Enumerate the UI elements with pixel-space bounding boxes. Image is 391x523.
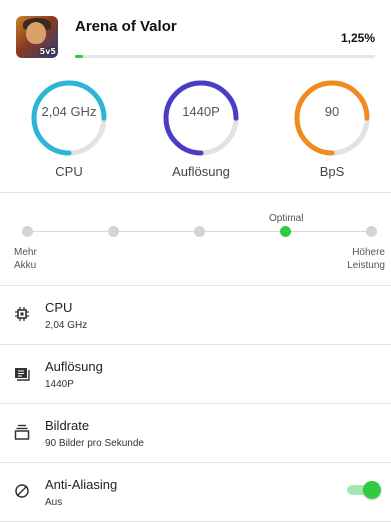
setting-value: 90 Bilder pro Sekunde (45, 438, 144, 449)
setting-value: Aus (45, 497, 63, 508)
setting-title: Auflösung (45, 359, 103, 374)
anti-aliasing-toggle[interactable] (347, 481, 381, 499)
gauge-label: Auflösung (172, 164, 230, 179)
framerate-icon (14, 424, 30, 440)
setting-title: Anti-Aliasing (45, 477, 118, 492)
slider-stop-2[interactable] (108, 226, 119, 237)
gauge-cpu: 2,04 GHz CPU (29, 78, 109, 179)
performance-gauges: 2,04 GHz CPU 1440P Auflösung 90 BpS (0, 78, 391, 192)
app-header: 5v5 Arena of Valor 1,25% (0, 0, 391, 78)
anti-aliasing-icon (14, 483, 30, 499)
slider-stop-3[interactable] (194, 226, 205, 237)
slider-stop-4[interactable] (280, 226, 291, 237)
progress-bar (75, 55, 375, 58)
setting-row-cpu[interactable]: CPU 2,04 GHz (0, 286, 391, 344)
gauge-fps: 90 BpS (292, 78, 372, 179)
slider-left-caption: Mehr Akku (14, 247, 37, 271)
setting-row-anti-aliasing[interactable]: Anti-Aliasing Aus (0, 463, 391, 521)
setting-row-framerate[interactable]: Bildrate 90 Bilder pro Sekunde (0, 404, 391, 462)
performance-mode-slider[interactable]: Optimal Mehr Akku Höhere Leistung (0, 193, 391, 283)
setting-title: CPU (45, 300, 73, 315)
slider-stop-1[interactable] (22, 226, 33, 237)
gauge-value: 1440P (182, 104, 220, 119)
progress-percent: 1,25% (340, 31, 375, 45)
setting-row-resolution[interactable]: Auflösung 1440P (0, 345, 391, 403)
setting-value: 1440P (45, 379, 74, 390)
slider-right-caption: Höhere Leistung (347, 247, 385, 271)
gauge-label: BpS (319, 164, 345, 179)
gauge-resolution: 1440P Auflösung (161, 78, 241, 179)
slider-stop-5[interactable] (366, 226, 377, 237)
slider-selected-label: Optimal (269, 213, 304, 224)
gauge-value: 90 (324, 104, 340, 119)
app-title: Arena of Valor (75, 18, 177, 35)
cpu-icon (14, 306, 30, 322)
setting-title: Bildrate (45, 418, 90, 433)
gauge-label: CPU (55, 164, 83, 179)
gauge-value: 2,04 GHz (41, 104, 97, 119)
app-icon: 5v5 (16, 16, 58, 58)
progress-bar-fill (75, 55, 83, 58)
toggle-knob[interactable] (363, 481, 381, 499)
app-icon-badge: 5v5 (39, 47, 56, 56)
divider (0, 521, 391, 522)
resolution-icon (14, 365, 30, 381)
setting-value: 2,04 GHz (45, 320, 88, 331)
